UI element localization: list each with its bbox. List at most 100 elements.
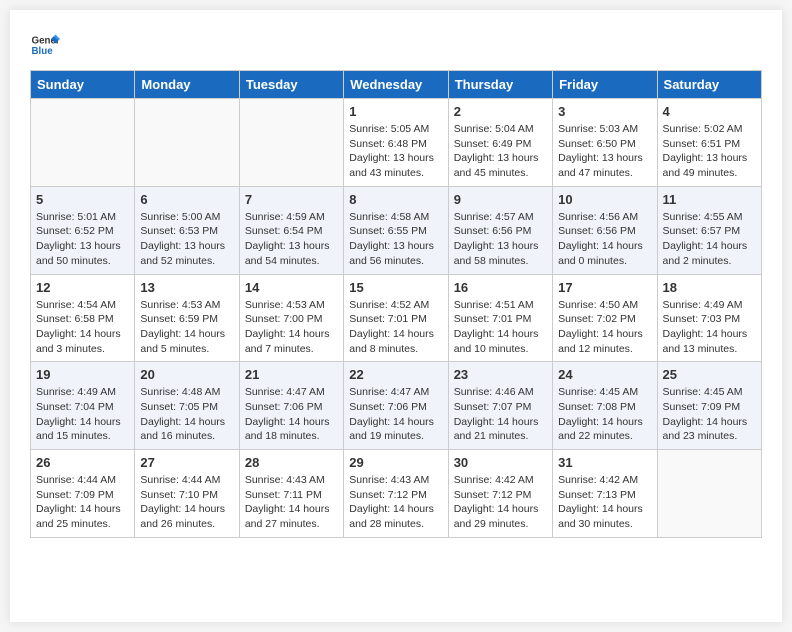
day-info: Sunrise: 4:45 AMSunset: 7:09 PMDaylight:…: [663, 385, 756, 444]
day-info: Sunrise: 5:00 AMSunset: 6:53 PMDaylight:…: [140, 210, 233, 269]
calendar-cell: 9 Sunrise: 4:57 AMSunset: 6:56 PMDaylight…: [448, 186, 552, 274]
week-row-4: 19 Sunrise: 4:49 AMSunset: 7:04 PMDayligh…: [31, 362, 762, 450]
calendar-cell: [135, 99, 239, 187]
calendar-cell: 5 Sunrise: 5:01 AMSunset: 6:52 PMDaylight…: [31, 186, 135, 274]
calendar-cell: 12 Sunrise: 4:54 AMSunset: 6:58 PMDayligh…: [31, 274, 135, 362]
day-header-monday: Monday: [135, 71, 239, 99]
day-info: Sunrise: 4:43 AMSunset: 7:11 PMDaylight:…: [245, 473, 338, 532]
day-number: 25: [663, 367, 756, 382]
day-number: 15: [349, 280, 442, 295]
day-info: Sunrise: 4:49 AMSunset: 7:04 PMDaylight:…: [36, 385, 129, 444]
day-number: 16: [454, 280, 547, 295]
day-info: Sunrise: 5:04 AMSunset: 6:49 PMDaylight:…: [454, 122, 547, 181]
day-header-friday: Friday: [553, 71, 657, 99]
day-number: 19: [36, 367, 129, 382]
day-number: 7: [245, 192, 338, 207]
day-number: 31: [558, 455, 651, 470]
calendar-cell: 24 Sunrise: 4:45 AMSunset: 7:08 PMDayligh…: [553, 362, 657, 450]
day-number: 28: [245, 455, 338, 470]
day-number: 10: [558, 192, 651, 207]
calendar-cell: 15 Sunrise: 4:52 AMSunset: 7:01 PMDayligh…: [344, 274, 448, 362]
svg-text:Blue: Blue: [32, 46, 54, 57]
calendar-cell: 16 Sunrise: 4:51 AMSunset: 7:01 PMDayligh…: [448, 274, 552, 362]
calendar-cell: 3 Sunrise: 5:03 AMSunset: 6:50 PMDaylight…: [553, 99, 657, 187]
day-number: 21: [245, 367, 338, 382]
day-info: Sunrise: 4:47 AMSunset: 7:06 PMDaylight:…: [245, 385, 338, 444]
day-number: 24: [558, 367, 651, 382]
calendar-cell: 17 Sunrise: 4:50 AMSunset: 7:02 PMDayligh…: [553, 274, 657, 362]
calendar-cell: 6 Sunrise: 5:00 AMSunset: 6:53 PMDaylight…: [135, 186, 239, 274]
logo-icon: General Blue: [30, 30, 60, 60]
day-info: Sunrise: 4:53 AMSunset: 6:59 PMDaylight:…: [140, 298, 233, 357]
week-row-1: 1Sunrise: 5:05 AMSunset: 6:48 PMDaylight…: [31, 99, 762, 187]
day-number: 26: [36, 455, 129, 470]
day-number: 4: [663, 104, 756, 119]
day-info: Sunrise: 4:45 AMSunset: 7:08 PMDaylight:…: [558, 385, 651, 444]
day-number: 2: [454, 104, 547, 119]
day-number: 18: [663, 280, 756, 295]
day-header-sunday: Sunday: [31, 71, 135, 99]
day-info: Sunrise: 4:43 AMSunset: 7:12 PMDaylight:…: [349, 473, 442, 532]
day-info: Sunrise: 4:42 AMSunset: 7:12 PMDaylight:…: [454, 473, 547, 532]
header: General Blue: [30, 30, 762, 60]
day-info: Sunrise: 4:54 AMSunset: 6:58 PMDaylight:…: [36, 298, 129, 357]
day-info: Sunrise: 4:48 AMSunset: 7:05 PMDaylight:…: [140, 385, 233, 444]
day-info: Sunrise: 4:57 AMSunset: 6:56 PMDaylight:…: [454, 210, 547, 269]
calendar-cell: 11 Sunrise: 4:55 AMSunset: 6:57 PMDayligh…: [657, 186, 761, 274]
day-info: Sunrise: 4:49 AMSunset: 7:03 PMDaylight:…: [663, 298, 756, 357]
day-number: 11: [663, 192, 756, 207]
day-number: 29: [349, 455, 442, 470]
calendar-cell: 23 Sunrise: 4:46 AMSunset: 7:07 PMDayligh…: [448, 362, 552, 450]
calendar-cell: 14Sunrise: 4:53 AMSunset: 7:00 PMDayligh…: [239, 274, 343, 362]
day-number: 27: [140, 455, 233, 470]
day-number: 5: [36, 192, 129, 207]
day-info: Sunrise: 4:59 AMSunset: 6:54 PMDaylight:…: [245, 210, 338, 269]
calendar-cell: 8 Sunrise: 4:58 AMSunset: 6:55 PMDaylight…: [344, 186, 448, 274]
day-info: Sunrise: 5:01 AMSunset: 6:52 PMDaylight:…: [36, 210, 129, 269]
day-info: Sunrise: 4:53 AMSunset: 7:00 PMDaylight:…: [245, 298, 338, 357]
calendar-cell: [657, 450, 761, 538]
calendar-cell: 22Sunrise: 4:47 AMSunset: 7:06 PMDayligh…: [344, 362, 448, 450]
day-info: Sunrise: 4:44 AMSunset: 7:10 PMDaylight:…: [140, 473, 233, 532]
day-header-saturday: Saturday: [657, 71, 761, 99]
day-info: Sunrise: 4:51 AMSunset: 7:01 PMDaylight:…: [454, 298, 547, 357]
calendar-cell: 21 Sunrise: 4:47 AMSunset: 7:06 PMDayligh…: [239, 362, 343, 450]
day-number: 17: [558, 280, 651, 295]
calendar-cell: 18 Sunrise: 4:49 AMSunset: 7:03 PMDayligh…: [657, 274, 761, 362]
day-info: Sunrise: 4:42 AMSunset: 7:13 PMDaylight:…: [558, 473, 651, 532]
calendar-container: General Blue SundayMondayTuesdayWednesda…: [10, 10, 782, 622]
day-info: Sunrise: 4:55 AMSunset: 6:57 PMDaylight:…: [663, 210, 756, 269]
day-info: Sunrise: 4:50 AMSunset: 7:02 PMDaylight:…: [558, 298, 651, 357]
calendar-cell: [239, 99, 343, 187]
day-number: 12: [36, 280, 129, 295]
calendar-table: SundayMondayTuesdayWednesdayThursdayFrid…: [30, 70, 762, 538]
day-info: Sunrise: 4:52 AMSunset: 7:01 PMDaylight:…: [349, 298, 442, 357]
day-info: Sunrise: 4:56 AMSunset: 6:56 PMDaylight:…: [558, 210, 651, 269]
calendar-cell: 29 Sunrise: 4:43 AMSunset: 7:12 PMDayligh…: [344, 450, 448, 538]
calendar-cell: 13Sunrise: 4:53 AMSunset: 6:59 PMDayligh…: [135, 274, 239, 362]
day-number: 9: [454, 192, 547, 207]
calendar-cell: 20 Sunrise: 4:48 AMSunset: 7:05 PMDayligh…: [135, 362, 239, 450]
calendar-cell: 1Sunrise: 5:05 AMSunset: 6:48 PMDaylight…: [344, 99, 448, 187]
calendar-cell: 7 Sunrise: 4:59 AMSunset: 6:54 PMDaylight…: [239, 186, 343, 274]
day-header-thursday: Thursday: [448, 71, 552, 99]
day-number: 6: [140, 192, 233, 207]
day-info: Sunrise: 4:58 AMSunset: 6:55 PMDaylight:…: [349, 210, 442, 269]
calendar-cell: 26Sunrise: 4:44 AMSunset: 7:09 PMDayligh…: [31, 450, 135, 538]
calendar-cell: 25 Sunrise: 4:45 AMSunset: 7:09 PMDayligh…: [657, 362, 761, 450]
day-number: 23: [454, 367, 547, 382]
header-row: SundayMondayTuesdayWednesdayThursdayFrid…: [31, 71, 762, 99]
logo: General Blue: [30, 30, 60, 60]
day-number: 22: [349, 367, 442, 382]
day-number: 20: [140, 367, 233, 382]
day-header-wednesday: Wednesday: [344, 71, 448, 99]
day-info: Sunrise: 5:02 AMSunset: 6:51 PMDaylight:…: [663, 122, 756, 181]
day-info: Sunrise: 5:03 AMSunset: 6:50 PMDaylight:…: [558, 122, 651, 181]
week-row-2: 5 Sunrise: 5:01 AMSunset: 6:52 PMDaylight…: [31, 186, 762, 274]
day-info: Sunrise: 5:05 AMSunset: 6:48 PMDaylight:…: [349, 122, 442, 181]
day-number: 8: [349, 192, 442, 207]
day-number: 3: [558, 104, 651, 119]
week-row-3: 12 Sunrise: 4:54 AMSunset: 6:58 PMDayligh…: [31, 274, 762, 362]
day-info: Sunrise: 4:46 AMSunset: 7:07 PMDaylight:…: [454, 385, 547, 444]
calendar-cell: 2 Sunrise: 5:04 AMSunset: 6:49 PMDaylight…: [448, 99, 552, 187]
